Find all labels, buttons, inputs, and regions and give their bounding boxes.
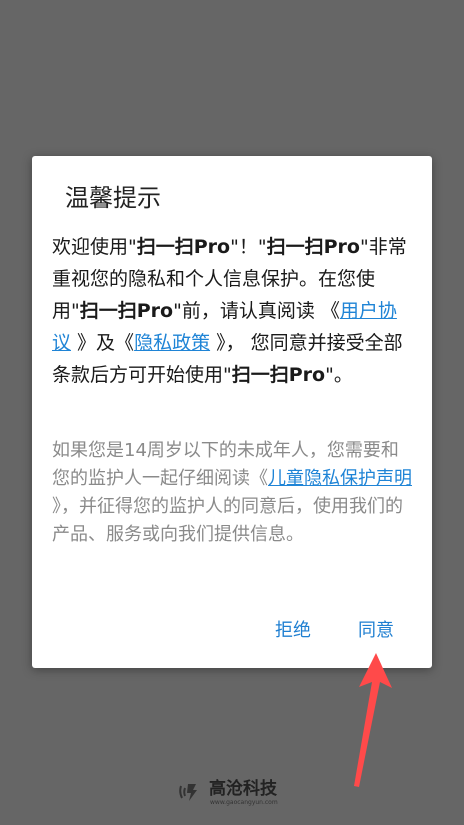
welcome-paragraph: 欢迎使用"扫一扫Pro"！"扫一扫Pro"非常重视您的隐私和个人信息保护。在您使… (52, 236, 407, 386)
app-name: 扫一扫Pro (136, 236, 231, 258)
privacy-dialog: 温馨提示 欢迎使用"扫一扫Pro"！"扫一扫Pro"非常重视您的隐私和个人信息保… (32, 156, 432, 668)
watermark-name: 高沧科技 (209, 779, 277, 799)
dialog-title: 温馨提示 (65, 184, 161, 212)
minor-notice-paragraph: 如果您是14周岁以下的未成年人，您需要和您的监护人一起仔细阅读《儿童隐私保护声明… (52, 440, 412, 545)
app-name: 扫一扫Pro (266, 236, 360, 258)
watermark-url: www.gaocangyun.com (210, 799, 278, 806)
agree-button[interactable]: 同意 (358, 619, 394, 643)
reject-button[interactable]: 拒绝 (275, 619, 311, 643)
app-name: 扫一扫Pro (231, 364, 326, 386)
privacy-policy-link[interactable]: 隐私政策 (134, 332, 210, 354)
children-privacy-link[interactable]: 儿童隐私保护声明 (268, 468, 412, 489)
app-name: 扫一扫Pro (79, 300, 174, 322)
watermark: 高沧科技 www.gaocangyun.com (178, 778, 288, 808)
watermark-logo-icon (179, 784, 197, 801)
annotation-arrow-icon (354, 653, 392, 787)
